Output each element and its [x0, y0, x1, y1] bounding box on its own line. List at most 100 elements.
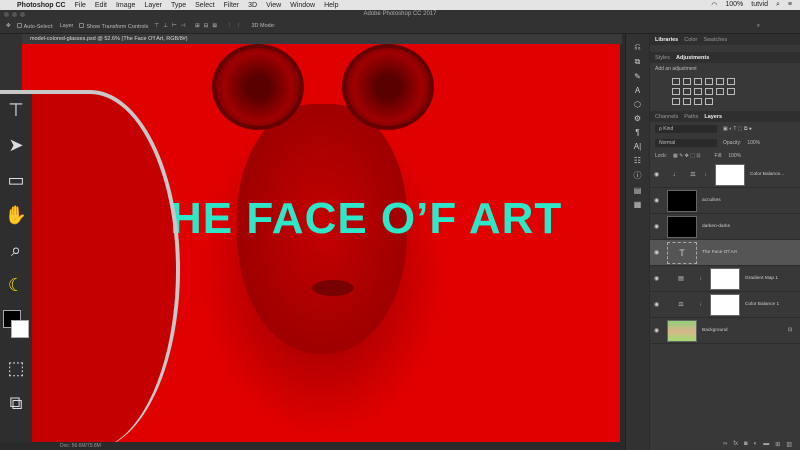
link-icon: ⁝ — [700, 275, 702, 282]
tab-libraries[interactable]: Libraries — [655, 37, 678, 43]
character-style-icon[interactable]: A| — [634, 142, 641, 151]
menu-type[interactable]: Type — [171, 2, 186, 9]
quick-mask-icon[interactable]: ⬚ — [7, 358, 24, 379]
link-icon: ⁝ — [705, 171, 707, 178]
window-controls[interactable] — [4, 12, 25, 17]
lock-icon: ⊡ — [787, 328, 792, 333]
right-panels: Libraries Color Swatches Styles Adjustme… — [650, 34, 800, 450]
goggle-left — [212, 44, 304, 130]
canvas-headline-text: HE FACE O’F ART — [170, 194, 563, 243]
notes-icon[interactable]: ▦ — [634, 200, 642, 209]
new-adjustment-icon[interactable]: ◐ — [754, 441, 758, 448]
eye-icon[interactable]: ◉ — [654, 301, 662, 308]
align-icons[interactable]: ⊤⊥⊢⊣ ⊞⊟⊠ ⋮⋮ — [154, 23, 245, 29]
tab-paths[interactable]: Paths — [684, 114, 698, 120]
menu-select[interactable]: Select — [195, 2, 214, 9]
opacity-value[interactable]: 100% — [747, 140, 760, 146]
search-icon[interactable]: ⌕ — [757, 23, 760, 30]
zoom-tool-icon[interactable]: ⌕ — [11, 240, 21, 261]
adjustment-buttons[interactable] — [650, 75, 760, 108]
properties-icon[interactable]: ⧉ — [635, 57, 641, 67]
tab-swatches[interactable]: Swatches — [703, 37, 727, 43]
tab-layers[interactable]: Layers — [704, 114, 722, 120]
direct-select-icon[interactable]: ➤ — [8, 135, 23, 156]
layer-filter-kind[interactable]: ρ Kind — [655, 125, 717, 133]
search-icon[interactable]: ⌕ — [776, 1, 780, 9]
layers-bottom-toolbar: ∞ fx ◙ ◐ ▬ ⊞ ▥ — [723, 441, 792, 448]
blend-mode-select[interactable]: Normal — [655, 139, 717, 147]
layer-mask-thumb — [710, 267, 740, 290]
eye-icon[interactable]: ◉ — [654, 171, 662, 178]
menu-app[interactable]: Photoshop CC — [17, 2, 66, 9]
tab-styles[interactable]: Styles — [655, 55, 670, 61]
menu-layer[interactable]: Layer — [144, 2, 162, 9]
eye-icon[interactable]: ◉ — [654, 197, 662, 204]
background-thumb — [667, 319, 697, 342]
fx-icon[interactable]: fx — [733, 441, 738, 448]
menu-window[interactable]: Window — [290, 2, 315, 9]
history-icon[interactable]: ⎌ — [634, 42, 640, 52]
tab-adjustments[interactable]: Adjustments — [676, 55, 709, 61]
goggle-right — [342, 44, 434, 130]
document-tab[interactable]: model-colored-glasses.psd @ 52.6% (The F… — [22, 34, 622, 44]
layer-comps-icon[interactable]: ▤ — [634, 186, 642, 195]
character-icon[interactable]: A — [635, 86, 640, 95]
eye-icon[interactable]: ◉ — [654, 327, 662, 334]
lock-icons[interactable]: ▦ ✎ ✥ ⬚ ⊡ — [673, 153, 701, 159]
filter-icons[interactable]: ▣ ◐ T ⬚ ⧉ ● — [723, 126, 752, 132]
eye-icon[interactable]: ◉ — [654, 275, 662, 282]
layer-name: The Face O'f Art — [702, 250, 737, 255]
trash-icon[interactable]: ▥ — [786, 441, 792, 448]
auto-select-checkbox[interactable]: Auto-Select: — [16, 22, 54, 30]
layer-row[interactable]: ◉ darken-darks — [650, 214, 800, 240]
menu-edit[interactable]: Edit — [95, 2, 107, 9]
brush-icon[interactable]: ✎ — [634, 72, 641, 81]
layer-name: acculites — [702, 198, 721, 203]
list-icon[interactable]: ≡ — [788, 1, 792, 9]
menu-help[interactable]: Help — [324, 2, 338, 9]
link-icon: ⁝ — [700, 301, 702, 308]
show-transform-checkbox[interactable]: Show Transform Controls — [79, 22, 148, 30]
tab-color[interactable]: Color — [684, 37, 697, 43]
link-layers-icon[interactable]: ∞ — [723, 441, 727, 448]
hand-tool-icon[interactable]: ✋ — [5, 205, 27, 226]
menu-view[interactable]: View — [266, 2, 281, 9]
color-balance-icon: ⚖ — [678, 302, 684, 308]
fill-label: Fill: — [714, 153, 723, 159]
layer-row[interactable]: ◉ ↓ ⚖ ⁝ Color Balance... — [650, 162, 800, 188]
adjust-icon[interactable]: ☷ — [634, 156, 641, 165]
3d-icon[interactable]: ⬡ — [634, 100, 641, 109]
layer-row[interactable]: ◉ ▤ ⁝ Gradient Map 1 — [650, 266, 800, 292]
menu-file[interactable]: File — [75, 2, 86, 9]
info-icon[interactable]: ⓘ — [634, 170, 642, 181]
screen-mode-icon[interactable]: ⧉ — [10, 393, 23, 414]
eye-icon[interactable]: ◉ — [654, 223, 662, 230]
wifi-icon[interactable]: ◠ — [711, 1, 717, 9]
status-bar: Doc: 56.6M/79.8M — [0, 442, 625, 450]
new-layer-icon[interactable]: ⊞ — [775, 441, 780, 448]
fill-value[interactable]: 100% — [728, 153, 741, 159]
eye-icon[interactable]: ◉ — [654, 249, 662, 256]
layer-row[interactable]: ◉ Background ⊡ — [650, 318, 800, 344]
layer-row[interactable]: ◉ acculites — [650, 188, 800, 214]
battery-status[interactable]: 100% — [725, 1, 743, 9]
menu-filter[interactable]: Filter — [224, 2, 240, 9]
lock-label: Lock: — [655, 153, 667, 159]
menu-image[interactable]: Image — [116, 2, 135, 9]
move-tool-icon[interactable]: ✥ — [6, 23, 11, 29]
user-name[interactable]: tutvid — [751, 1, 768, 9]
layer-row[interactable]: ◉ ⚖ ⁝ Color Balance 1 — [650, 292, 800, 318]
layer-row-active[interactable]: ◉ T The Face O'f Art — [650, 240, 800, 266]
add-mask-icon[interactable]: ◙ — [744, 441, 748, 448]
banana-icon[interactable]: ☾ — [8, 275, 24, 296]
color-swatches[interactable] — [1, 310, 31, 344]
gear-icon[interactable]: ⚙ — [634, 114, 641, 123]
tab-channels[interactable]: Channels — [655, 114, 678, 120]
type-tool-icon[interactable]: ⊤ — [8, 100, 24, 121]
new-group-icon[interactable]: ▬ — [763, 441, 769, 448]
rectangle-tool-icon[interactable]: ▭ — [7, 170, 24, 191]
menu-3d[interactable]: 3D — [248, 2, 257, 9]
auto-select-dropdown[interactable]: Layer — [60, 23, 74, 29]
layer-name: Color Balance 1 — [745, 302, 780, 307]
paragraph-icon[interactable]: ¶ — [635, 128, 639, 137]
